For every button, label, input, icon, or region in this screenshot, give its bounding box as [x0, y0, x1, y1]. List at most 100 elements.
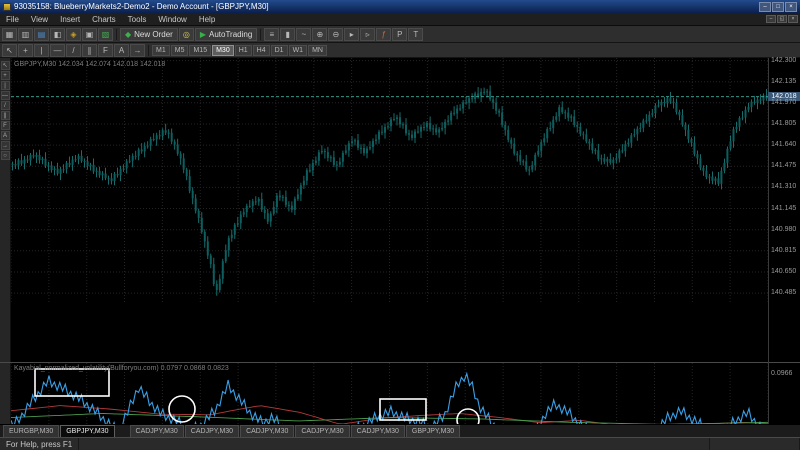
- timeframe-d1-button[interactable]: D1: [271, 45, 288, 56]
- fibonacci-icon[interactable]: F: [98, 44, 113, 57]
- status-segment: [710, 438, 800, 450]
- text-icon[interactable]: A: [114, 44, 129, 57]
- close-button[interactable]: ×: [785, 2, 797, 12]
- channel-icon[interactable]: ∥: [82, 44, 97, 57]
- price-axis-label: 141.805: [771, 120, 796, 127]
- chart-tab-cadjpy-m30[interactable]: CADJPY,M30: [185, 425, 239, 437]
- chart-restore-button[interactable]: ◱: [777, 15, 787, 23]
- autotrading-icon: ▶: [200, 30, 206, 39]
- timeframe-mn-button[interactable]: MN: [308, 45, 327, 56]
- equidistant-channel-icon[interactable]: ∥: [1, 111, 10, 120]
- indicators-icon[interactable]: ƒ: [376, 28, 391, 41]
- price-axis-label: 140.485: [771, 289, 796, 296]
- crosshair-icon[interactable]: +: [1, 71, 10, 80]
- toolbar-separator: [148, 45, 149, 56]
- fibonacci-icon[interactable]: F: [1, 121, 10, 130]
- chart-shift-icon[interactable]: ▹: [360, 28, 375, 41]
- standard-toolbar: ▦▥▤◧◈▣▧◆New Order◎▶AutoTrading≡▮~⊕⊖▸▹ƒPT: [0, 26, 800, 43]
- status-spacer: [79, 438, 710, 450]
- autotrading-button[interactable]: ▶AutoTrading: [195, 28, 257, 41]
- timeframe-m30-button[interactable]: M30: [212, 45, 234, 56]
- chart-window-controls: –◱×: [766, 15, 798, 23]
- strategy-tester-icon[interactable]: ▧: [98, 28, 113, 41]
- chart-tab-cadjpy-m30[interactable]: CADJPY,M30: [240, 425, 294, 437]
- new-order-icon: ◆: [125, 30, 131, 39]
- arrows-icon[interactable]: →: [130, 44, 145, 57]
- vertical-line-icon[interactable]: |: [34, 44, 49, 57]
- navigator-icon[interactable]: ◈: [66, 28, 81, 41]
- menu-tools[interactable]: Tools: [122, 13, 153, 25]
- app-icon: [3, 3, 11, 11]
- chart-tab-eurgbp-m30[interactable]: EURGBP,M30: [3, 425, 59, 437]
- price-axis-label: 141.475: [771, 162, 796, 169]
- timeframe-m5-button[interactable]: M5: [171, 45, 189, 56]
- status-bar: For Help, press F1: [0, 437, 800, 450]
- trendline-icon[interactable]: /: [66, 44, 81, 57]
- auto-scroll-icon[interactable]: ▸: [344, 28, 359, 41]
- new-order-button[interactable]: ◆New Order: [120, 28, 178, 41]
- window-controls: – □ ×: [759, 2, 797, 12]
- price-axis-divider: [768, 58, 769, 450]
- crosshair-icon[interactable]: +: [18, 44, 33, 57]
- menu-file[interactable]: File: [0, 13, 25, 25]
- docked-toolbar: ↖+|—/∥FA→○: [0, 58, 11, 424]
- terminal-icon[interactable]: ▣: [82, 28, 97, 41]
- price-axis-label: 140.980: [771, 226, 796, 233]
- chart-tab-gbpjpy-m30[interactable]: GBPJPY,M30: [60, 425, 114, 437]
- timeframe-m1-button[interactable]: M1: [152, 45, 170, 56]
- menu-charts[interactable]: Charts: [86, 13, 122, 25]
- timeframe-m15-button[interactable]: M15: [189, 45, 211, 56]
- templates-icon[interactable]: T: [408, 28, 423, 41]
- periods-icon[interactable]: P: [392, 28, 407, 41]
- cursor-icon[interactable]: ↖: [2, 44, 17, 57]
- timeframe-h4-button[interactable]: H4: [253, 45, 270, 56]
- chart-region: ↖+|—/∥FA→○ GBPJPY,M30 142.034 142.074 14…: [0, 58, 800, 424]
- new-order-label: New Order: [134, 30, 173, 39]
- zoom-in-icon[interactable]: ⊕: [312, 28, 327, 41]
- new-chart-icon[interactable]: ▦: [2, 28, 17, 41]
- chart-close-button[interactable]: ×: [788, 15, 798, 23]
- trendline-icon[interactable]: /: [1, 101, 10, 110]
- menu-window[interactable]: Window: [152, 13, 192, 25]
- price-axis-label: 142.300: [771, 57, 796, 64]
- horizontal-line-icon[interactable]: —: [1, 91, 10, 100]
- chart-tab-cadjpy-m30[interactable]: CADJPY,M30: [130, 425, 184, 437]
- metaeditor-icon[interactable]: ◎: [179, 28, 194, 41]
- market-watch-icon[interactable]: ▤: [34, 28, 49, 41]
- indicator-axis-max-label: 0.0966: [771, 370, 792, 377]
- timeframe-w1-button[interactable]: W1: [289, 45, 308, 56]
- candlestick-chart[interactable]: [11, 58, 768, 304]
- data-window-icon[interactable]: ◧: [50, 28, 65, 41]
- price-axis-label: 141.970: [771, 99, 796, 106]
- vertical-line-icon[interactable]: |: [1, 81, 10, 90]
- profiles-icon[interactable]: ▥: [18, 28, 33, 41]
- cycle-lines-icon[interactable]: ○: [1, 151, 10, 160]
- title-bar: 93035158: BlueberryMarkets2-Demo2 - Demo…: [0, 0, 800, 13]
- menu-help[interactable]: Help: [193, 13, 221, 25]
- minimize-button[interactable]: –: [759, 2, 771, 12]
- price-axis-label: 141.310: [771, 183, 796, 190]
- price-axis-label: 142.135: [771, 78, 796, 85]
- zoom-out-icon[interactable]: ⊖: [328, 28, 343, 41]
- maximize-button[interactable]: □: [772, 2, 784, 12]
- line-studies-toolbar: ↖+|—/∥FA→ M1M5M15M30H1H4D1W1MN: [0, 43, 800, 58]
- arrow-icon[interactable]: →: [1, 141, 10, 150]
- menu-insert[interactable]: Insert: [54, 13, 86, 25]
- chart-tab-cadjpy-m30[interactable]: CADJPY,M30: [351, 425, 405, 437]
- chart-minimize-button[interactable]: –: [766, 15, 776, 23]
- horizontal-line-icon[interactable]: —: [50, 44, 65, 57]
- menu-view[interactable]: View: [25, 13, 54, 25]
- toolbar-separator: [116, 29, 117, 40]
- chart-candles-icon[interactable]: ▮: [280, 28, 295, 41]
- cursor-icon[interactable]: ↖: [1, 61, 10, 70]
- text-label-icon[interactable]: A: [1, 131, 10, 140]
- annotation-rectangle-1[interactable]: [35, 369, 109, 396]
- price-axis-label: 141.640: [771, 141, 796, 148]
- chart-tab-cadjpy-m30[interactable]: CADJPY,M30: [295, 425, 349, 437]
- annotation-circle-2[interactable]: [169, 396, 195, 422]
- indicator-label: Kayabial_normalized_volatility(Bullforyo…: [14, 365, 229, 372]
- timeframe-h1-button[interactable]: H1: [235, 45, 252, 56]
- chart-bars-icon[interactable]: ≡: [264, 28, 279, 41]
- chart-tab-gbpjpy-m30[interactable]: GBPJPY,M30: [406, 425, 460, 437]
- chart-line-icon[interactable]: ~: [296, 28, 311, 41]
